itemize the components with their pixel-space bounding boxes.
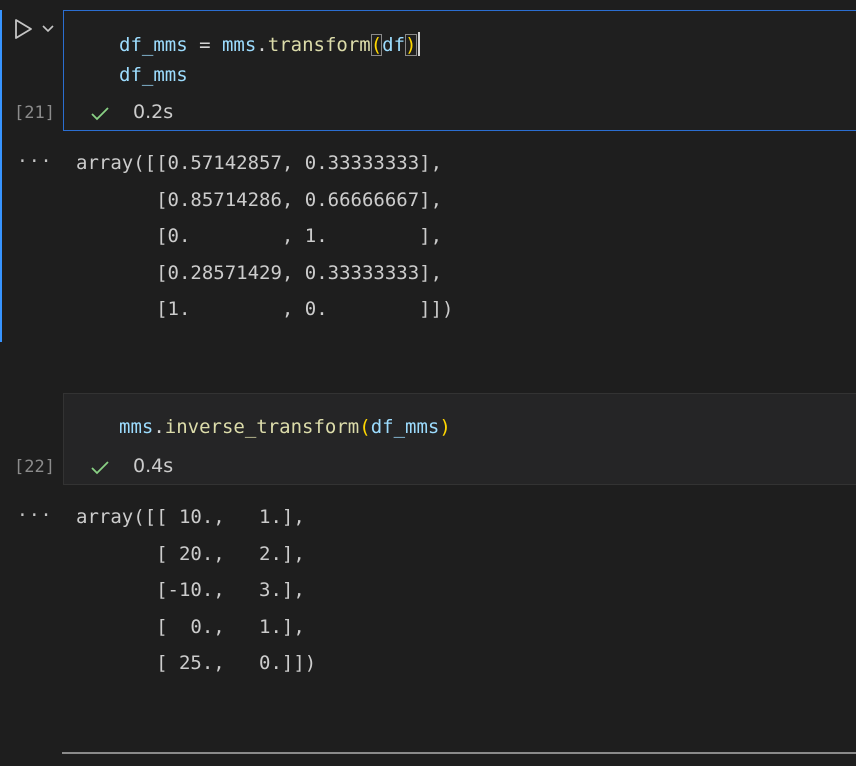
code-token: inverse_transform <box>164 416 360 438</box>
execution-count: [22] <box>14 457 55 477</box>
code-editor[interactable]: df_mms = mms.transform(df) df_mms <box>63 10 856 131</box>
code-line: df_mms = mms.transform(df) <box>119 30 420 60</box>
divider <box>62 752 856 754</box>
code-editor[interactable]: mms.inverse_transform(df_mms) <box>63 393 856 485</box>
check-icon <box>91 107 109 121</box>
code-token: mms <box>221 34 257 56</box>
code-token: ) <box>405 34 417 56</box>
code-token: . <box>153 416 165 438</box>
run-cell-button[interactable] <box>10 16 36 42</box>
code-token: ( <box>370 34 383 56</box>
text-cursor <box>417 32 420 56</box>
run-options-button[interactable] <box>38 18 58 40</box>
cell-focus-indicator <box>0 10 2 342</box>
code-line: df_mms <box>119 64 188 86</box>
output-menu-button[interactable]: ··· <box>17 505 53 526</box>
output-menu-button[interactable]: ··· <box>17 151 53 172</box>
code-token: df <box>382 34 406 56</box>
code-token: ( <box>359 416 371 438</box>
code-token: transform <box>267 34 371 56</box>
play-icon <box>15 19 32 39</box>
cell-output: array([[ 10., 1.], [ 20., 2.], [-10., 3.… <box>76 506 317 674</box>
chevron-down-icon <box>42 25 54 33</box>
execution-count: [21] <box>14 103 55 123</box>
execution-time: 0.4s <box>133 455 174 477</box>
code-token: = <box>187 34 222 56</box>
code-token: . <box>256 34 268 56</box>
code-token: df_mms <box>370 416 440 438</box>
code-token: ) <box>439 416 451 438</box>
code-token: df_mms <box>119 34 188 56</box>
check-icon <box>91 461 109 475</box>
code-token: mms <box>119 416 154 438</box>
cell-output: array([[0.57142857, 0.33333333], [0.8571… <box>76 152 454 320</box>
execution-time: 0.2s <box>133 101 174 123</box>
code-line: mms.inverse_transform(df_mms) <box>119 412 451 442</box>
